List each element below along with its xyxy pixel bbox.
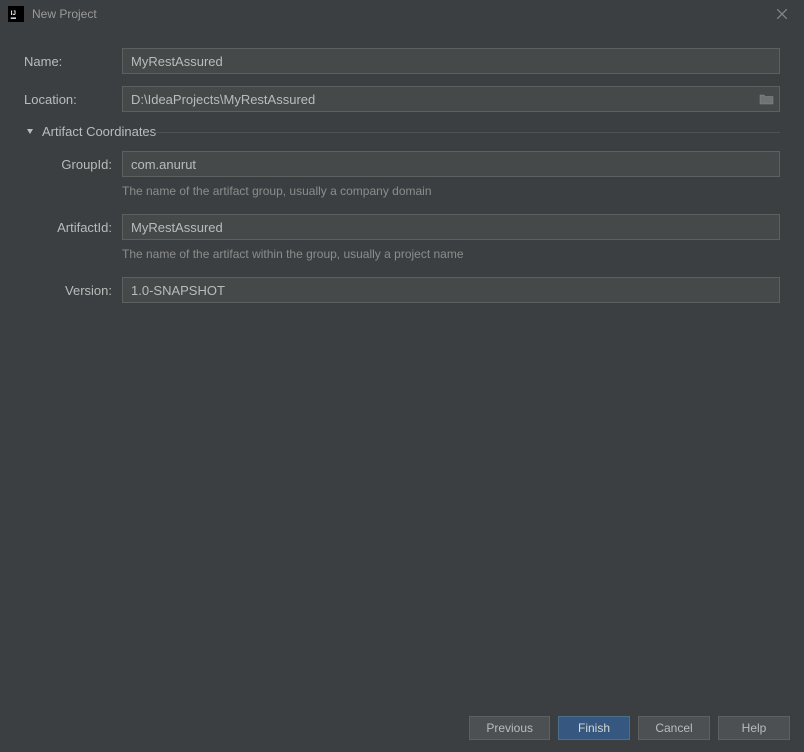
groupid-row: GroupId: bbox=[24, 151, 780, 177]
groupid-input[interactable] bbox=[122, 151, 780, 177]
titlebar: IJ New Project bbox=[0, 0, 804, 28]
close-button[interactable] bbox=[768, 0, 796, 28]
version-input[interactable] bbox=[122, 277, 780, 303]
button-bar: Previous Finish Cancel Help bbox=[469, 716, 790, 740]
groupid-hint: The name of the artifact group, usually … bbox=[122, 184, 432, 198]
version-label: Version: bbox=[24, 283, 122, 298]
cancel-button[interactable]: Cancel bbox=[638, 716, 710, 740]
name-row: Name: bbox=[24, 48, 780, 74]
finish-button[interactable]: Finish bbox=[558, 716, 630, 740]
app-icon: IJ bbox=[8, 6, 24, 22]
location-label: Location: bbox=[24, 92, 122, 107]
browse-folder-icon[interactable] bbox=[758, 90, 776, 108]
name-input[interactable] bbox=[122, 48, 780, 74]
version-row: Version: bbox=[24, 277, 780, 303]
artifactid-input[interactable] bbox=[122, 214, 780, 240]
name-label: Name: bbox=[24, 54, 122, 69]
previous-button[interactable]: Previous bbox=[469, 716, 550, 740]
window-title: New Project bbox=[32, 7, 768, 21]
artifactid-row: ArtifactId: bbox=[24, 214, 780, 240]
location-input[interactable] bbox=[122, 86, 780, 112]
artifactid-hint-row: The name of the artifact within the grou… bbox=[122, 246, 780, 261]
groupid-hint-row: The name of the artifact group, usually … bbox=[122, 183, 780, 198]
disclosure-triangle-icon bbox=[24, 126, 36, 138]
content-area: Name: Location: Artifact Coordinates Gro… bbox=[0, 28, 804, 303]
section-title: Artifact Coordinates bbox=[42, 124, 156, 139]
groupid-label: GroupId: bbox=[24, 157, 122, 172]
artifactid-hint: The name of the artifact within the grou… bbox=[122, 247, 464, 261]
svg-text:IJ: IJ bbox=[11, 10, 16, 17]
artifact-section-header[interactable]: Artifact Coordinates bbox=[24, 124, 780, 139]
help-button[interactable]: Help bbox=[718, 716, 790, 740]
location-row: Location: bbox=[24, 86, 780, 112]
artifactid-label: ArtifactId: bbox=[24, 220, 122, 235]
